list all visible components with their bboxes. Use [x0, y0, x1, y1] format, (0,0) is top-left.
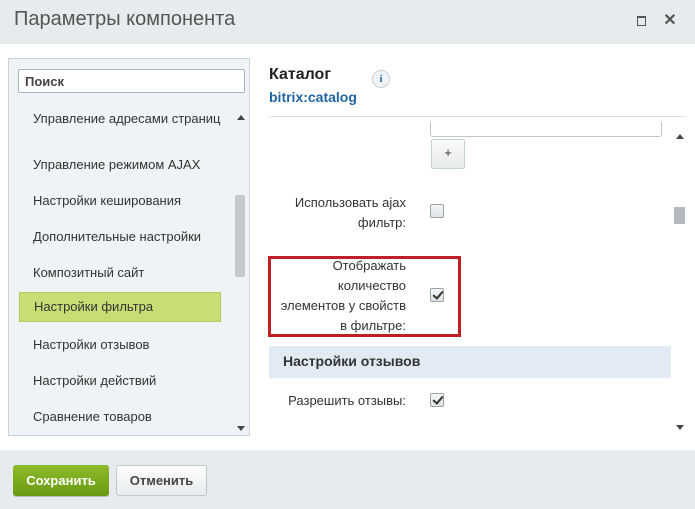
- sidebar-item-compare[interactable]: Сравнение товаров: [19, 409, 221, 425]
- ajax-filter-checkbox[interactable]: [430, 204, 444, 218]
- ajax-filter-label-line1: Использовать ajax: [294, 195, 406, 210]
- section-header-reviews: Настройки отзывов: [269, 346, 671, 378]
- save-button[interactable]: Сохранить: [13, 465, 109, 496]
- allow-reviews-label: Разрешить отзывы:: [288, 393, 406, 408]
- component-code: bitrix:catalog: [269, 89, 357, 105]
- sidebar-item-url-management[interactable]: Управление адресами страниц: [19, 111, 221, 127]
- highlight-box: [268, 256, 461, 337]
- scroll-down-icon[interactable]: [676, 425, 684, 430]
- close-icon[interactable]: ✕: [662, 13, 678, 29]
- sidebar-item-cache[interactable]: Настройки кеширования: [19, 193, 221, 209]
- ajax-filter-label-line2: фильтр:: [357, 215, 406, 230]
- scroll-up-icon[interactable]: [237, 115, 245, 120]
- sidebar-item-ajax[interactable]: Управление режимом AJAX: [19, 157, 221, 173]
- sidebar-item-composite[interactable]: Композитный сайт: [19, 265, 221, 281]
- scroll-up-icon[interactable]: [676, 134, 684, 139]
- info-icon[interactable]: i: [372, 70, 390, 88]
- dialog-titlebar[interactable]: Параметры компонента ✕: [0, 0, 695, 44]
- scroll-down-icon[interactable]: [237, 426, 245, 431]
- dialog-content: Управление адресами страниц Управление р…: [0, 44, 695, 450]
- section-title: Настройки отзывов: [283, 353, 421, 369]
- sidebar-item-additional[interactable]: Дополнительные настройки: [19, 229, 221, 245]
- dialog-title: Параметры компонента: [14, 8, 236, 30]
- scrollbar-thumb[interactable]: [235, 195, 245, 277]
- sidebar: Управление адресами страниц Управление р…: [8, 58, 250, 436]
- component-name: Каталог: [269, 66, 331, 83]
- dialog-footer: Сохранить Отменить: [0, 450, 695, 509]
- maximize-icon[interactable]: [634, 13, 650, 29]
- ajax-filter-label: Использовать ajax фильтр:: [270, 193, 406, 233]
- allow-reviews-checkbox[interactable]: [430, 393, 444, 407]
- sidebar-item-actions[interactable]: Настройки действий: [19, 373, 221, 389]
- sidebar-nav: Управление адресами страниц Управление р…: [9, 103, 235, 433]
- scrollbar-thumb[interactable]: [674, 207, 685, 224]
- list-input-field[interactable]: [430, 122, 662, 137]
- divider: [269, 116, 685, 117]
- add-row-button[interactable]: +: [431, 139, 465, 169]
- sidebar-item-reviews[interactable]: Настройки отзывов: [19, 337, 221, 353]
- component-params-dialog: Параметры компонента ✕ Управление адреса…: [0, 0, 695, 509]
- cancel-button[interactable]: Отменить: [116, 465, 207, 496]
- search-input[interactable]: [18, 69, 245, 93]
- sidebar-scrollbar[interactable]: [234, 109, 248, 433]
- content-scrollbar[interactable]: [674, 132, 686, 432]
- sidebar-item-filter[interactable]: Настройки фильтра: [19, 292, 221, 322]
